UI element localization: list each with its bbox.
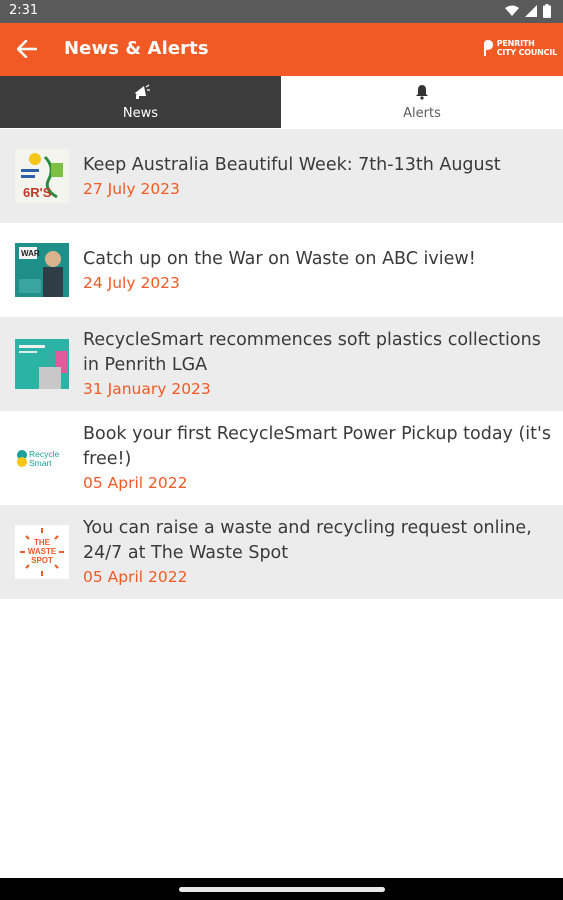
news-list: 6R'S Keep Australia Beautiful Week: 7th-… xyxy=(0,129,563,599)
news-item[interactable]: WAR Catch up on the War on Waste on ABC … xyxy=(0,223,563,317)
home-gesture-handle[interactable] xyxy=(179,887,385,892)
news-date: 05 April 2022 xyxy=(83,568,188,586)
status-icons xyxy=(505,4,551,18)
news-title: Catch up on the War on Waste on ABC ivie… xyxy=(83,248,476,269)
megaphone-icon xyxy=(134,84,150,99)
wifi-icon xyxy=(505,5,519,16)
kab-6rs-thumb: 6R'S xyxy=(15,149,69,203)
tab-bar: News Alerts xyxy=(0,76,563,128)
soft-plastics-thumb xyxy=(15,337,69,391)
page-title: News & Alerts xyxy=(64,38,209,59)
thumb-text: 6R'S xyxy=(23,185,52,200)
logo-line-1: PENRITH xyxy=(496,39,535,48)
signal-icon xyxy=(525,5,537,17)
news-title: Book your first RecycleSmart Power Picku… xyxy=(83,424,551,469)
app-bar: News & Alerts PENRITH CITY COUNCIL xyxy=(0,23,563,76)
back-button[interactable] xyxy=(14,36,40,62)
svg-text:Smart: Smart xyxy=(29,458,52,468)
tab-news-label: News xyxy=(122,106,159,121)
penrith-leaf-icon xyxy=(483,40,493,56)
news-title: You can raise a waste and recycling requ… xyxy=(83,518,532,563)
news-item-text: You can raise a waste and recycling requ… xyxy=(83,505,551,599)
tab-alerts[interactable]: Alerts xyxy=(281,76,563,128)
tab-news[interactable]: News xyxy=(0,76,281,128)
arrow-back-icon xyxy=(17,40,37,58)
status-bar: 2:31 xyxy=(0,0,563,23)
news-item[interactable]: RecycleSmart recommences soft plastics c… xyxy=(0,317,563,411)
system-nav-bar xyxy=(0,878,563,900)
logo-line-2: CITY COUNCIL xyxy=(496,48,557,57)
news-title: RecycleSmart recommences soft plastics c… xyxy=(83,330,541,375)
svg-text:SPOT: SPOT xyxy=(31,556,53,565)
thumb-text: WAR xyxy=(21,249,40,258)
penrith-council-logo: PENRITH CITY COUNCIL xyxy=(482,39,557,57)
news-item[interactable]: Recycle Smart Book your first RecycleSma… xyxy=(0,411,563,505)
bell-icon xyxy=(416,85,428,100)
news-date: 05 April 2022 xyxy=(83,474,188,492)
news-title: Keep Australia Beautiful Week: 7th-13th … xyxy=(83,154,501,175)
council-logo-text: PENRITH CITY COUNCIL xyxy=(497,39,557,57)
svg-text:WASTE: WASTE xyxy=(28,547,57,556)
news-item-text: Book your first RecycleSmart Power Picku… xyxy=(83,411,551,505)
news-item[interactable]: 6R'S Keep Australia Beautiful Week: 7th-… xyxy=(0,129,563,223)
news-date: 27 July 2023 xyxy=(83,179,180,198)
status-time: 2:31 xyxy=(9,3,39,18)
battery-icon xyxy=(543,4,551,18)
news-item[interactable]: THE WASTE SPOT You can raise a waste and… xyxy=(0,505,563,599)
news-date: 24 July 2023 xyxy=(83,273,180,292)
news-date: 31 January 2023 xyxy=(83,380,211,398)
waste-spot-thumb: THE WASTE SPOT xyxy=(15,525,69,579)
news-item-text: Catch up on the War on Waste on ABC ivie… xyxy=(83,223,551,317)
news-item-text: Keep Australia Beautiful Week: 7th-13th … xyxy=(83,129,551,223)
news-item-text: RecycleSmart recommences soft plastics c… xyxy=(83,317,551,411)
war-on-waste-thumb: WAR xyxy=(15,243,69,297)
tab-alerts-label: Alerts xyxy=(403,106,441,121)
svg-text:THE: THE xyxy=(34,538,51,547)
recyclesmart-logo-thumb: Recycle Smart xyxy=(15,431,69,485)
